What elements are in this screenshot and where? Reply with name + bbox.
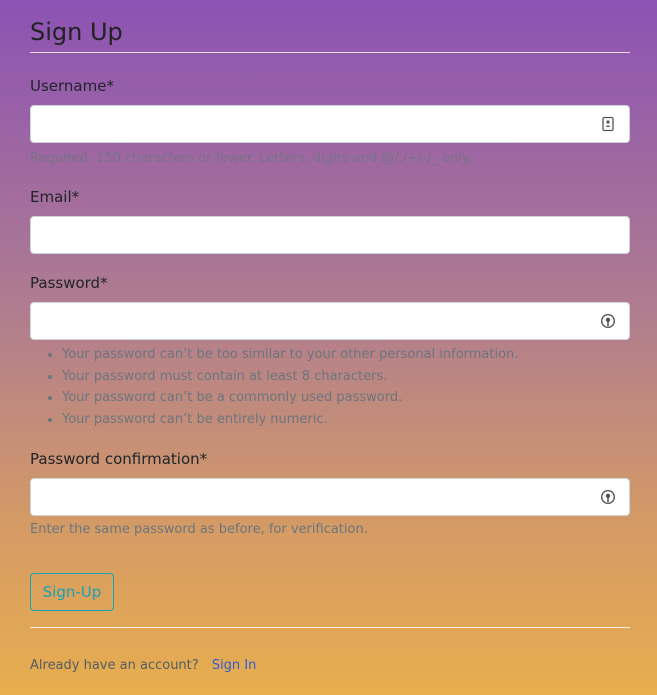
username-help-text: Required. 150 characters or fewer. Lette… <box>30 151 472 166</box>
sign-in-link[interactable]: Sign In <box>212 658 257 673</box>
username-label: Username* <box>30 77 114 95</box>
password-help-item: Your password can’t be too similar to yo… <box>62 344 630 366</box>
password-confirmation-label: Password confirmation* <box>30 450 208 468</box>
contact-card-icon[interactable] <box>600 116 616 132</box>
email-label: Email* <box>30 188 80 206</box>
page-title: Sign Up <box>30 18 123 46</box>
password-help-item: Your password can’t be entirely numeric. <box>62 409 630 431</box>
title-divider <box>30 52 630 53</box>
password-confirmation-input-wrapper <box>30 478 630 516</box>
sign-up-button[interactable]: Sign-Up <box>30 573 114 611</box>
password-field-group: Password* Your password can’t be too sim… <box>30 273 630 430</box>
password-input[interactable] <box>31 303 605 339</box>
password-confirmation-input[interactable] <box>31 479 605 515</box>
password-help-list: Your password can’t be too similar to yo… <box>30 344 630 430</box>
username-input[interactable] <box>31 106 605 142</box>
username-input-wrapper <box>30 105 630 143</box>
username-field-group: Username* Required. 150 characters or fe… <box>30 76 630 168</box>
bottom-divider <box>30 627 630 628</box>
password-confirmation-field-group: Password confirmation* Enter the same pa… <box>30 449 630 539</box>
password-input-wrapper <box>30 302 630 340</box>
password-confirmation-help-text: Enter the same password as before, for v… <box>30 522 368 537</box>
email-field-group: Email* <box>30 187 630 254</box>
email-input[interactable] <box>31 217 605 253</box>
password-key-icon[interactable] <box>600 313 616 329</box>
password-help-item: Your password can’t be a commonly used p… <box>62 387 630 409</box>
signin-prompt-text: Already have an account? <box>30 658 199 673</box>
password-key-icon[interactable] <box>600 489 616 505</box>
email-input-wrapper <box>30 216 630 254</box>
password-label: Password* <box>30 274 108 292</box>
signin-prompt: Already have an account? Sign In <box>30 656 256 676</box>
password-help-item: Your password must contain at least 8 ch… <box>62 366 630 388</box>
signup-form-container: Sign Up Username* Required. 150 characte… <box>30 0 630 673</box>
